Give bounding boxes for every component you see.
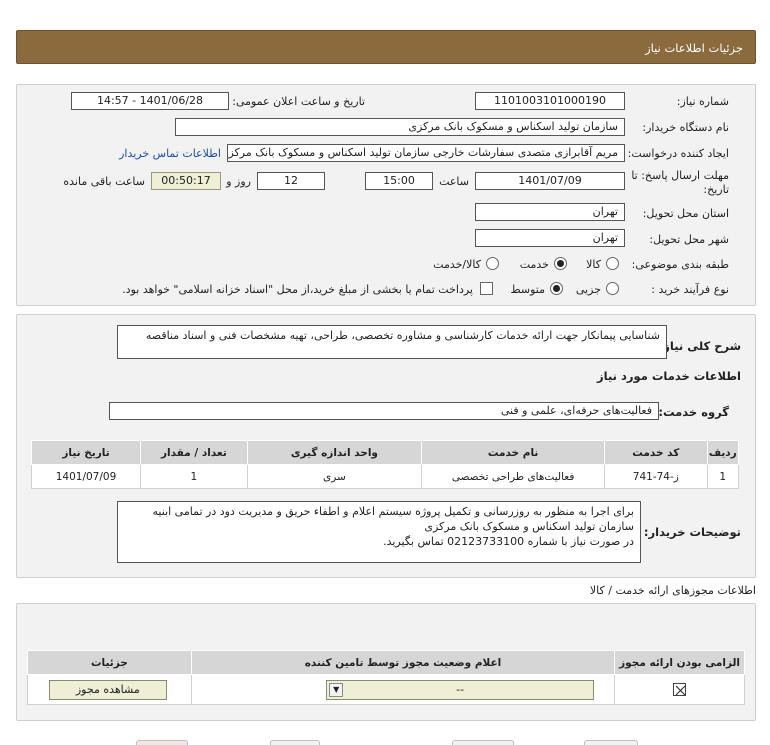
category-service-label: خدمت [519,258,549,271]
bottom-action-button-3[interactable] [452,740,514,745]
buyer-notes-line-2: سازمان تولید اسکناس و مسکوک بانک مرکزی [424,520,634,533]
deadline-time-field[interactable]: 15:00 [365,172,433,190]
license-status-value: -- [456,683,465,696]
bottom-action-button-4[interactable] [584,740,638,745]
status-cell: -- ▼ [190,674,616,705]
buyer-contact-link[interactable]: اطلاعات تماس خریدار [119,147,221,160]
process-label: نوع فرآیند خرید : [651,283,729,296]
remaining-time-field: 00:50:17 [151,172,221,190]
service-name-cell: فعالیت‌های طراحی تخصصی [421,464,606,489]
need-summary-text: شناسایی پیمانکار جهت ارائه خدمات کارشناس… [117,325,667,359]
licenses-panel: الزامی بودن ارائه مجوز اعلام وضعیت مجوز … [16,603,756,721]
creator-field[interactable]: مریم آقابرازی متصدی سفارشات خارجی سازمان… [227,144,625,162]
buyer-notes-label: توضیحات خریدار: [643,525,741,539]
process-medium-radio[interactable] [550,282,563,295]
buyer-notes-line-1: برای اجرا به منظور به روزرسانی و تکمیل پ… [152,505,634,518]
province-field[interactable]: تهران [475,203,625,221]
page-header: جزئیات اطلاعات نیاز [16,30,756,64]
deadline-date-field[interactable]: 1401/07/09 [475,172,625,190]
licenses-section-title: اطلاعات مجوزهای ارائه خدمت / کالا [589,584,756,597]
category-goods-label: کالا [586,258,601,271]
category-both-radio[interactable] [486,257,499,270]
category-service-radio[interactable] [554,257,567,270]
service-code-cell: ز-74-741 [604,464,708,489]
bottom-action-button-2[interactable] [270,740,320,745]
need-summary-label: شرح کلی نیاز: [658,339,741,353]
days-remaining-field[interactable]: 12 [257,172,325,190]
process-minor-label: جزیی [575,283,601,296]
category-label: طبقه بندی موضوعی: [631,258,729,271]
category-goods-radio[interactable] [606,257,619,270]
need-date-cell: 1401/07/09 [31,464,141,489]
announce-date-field[interactable]: 1401/06/28 - 14:57 [71,92,229,110]
category-both-label: کالا/خدمت [433,258,481,271]
service-group-field[interactable]: فعالیت‌های حرفه‌ای، علمی و فنی [109,402,659,420]
col-date-header: تاریخ نیاز [31,440,141,465]
page-title: جزئیات اطلاعات نیاز [645,41,743,55]
announce-date-label: تاریخ و ساعت اعلان عمومی: [232,95,365,108]
deadline-time-label: ساعت [439,175,469,188]
need-number-label: شماره نیاز: [676,95,729,108]
unit-cell: سری [246,464,423,489]
chevron-down-icon[interactable]: ▼ [329,683,344,697]
table-row: -- ▼ مشاهده مجوز [27,674,745,705]
days-label: روز و [226,175,251,188]
col-name-header: نام خدمت [421,440,606,465]
required-cell [614,674,745,705]
services-table: ردیف کد خدمت نام خدمت واحد اندازه گیری ت… [31,440,740,489]
license-status-select[interactable]: -- ▼ [326,680,595,700]
need-info-panel: شماره نیاز: 1101003101000190 تاریخ و ساع… [16,84,756,306]
deadline-label: مهلت ارسال پاسخ: تا [631,169,729,182]
col-required-header: الزامی بودن ارائه مجوز [614,650,745,675]
services-section-title: اطلاعات خدمات مورد نیاز [597,369,741,383]
deadline-date-label: تاریخ: [703,183,729,196]
treasury-payment-note: پرداخت تمام یا بخشی از مبلغ خرید،از محل … [122,283,473,296]
province-label: استان محل تحویل: [642,207,729,220]
buyer-notes-text: برای اجرا به منظور به روزرسانی و تکمیل پ… [117,501,641,563]
service-group-label: گروه خدمت: [658,405,729,419]
quantity-cell: 1 [140,464,248,489]
process-minor-radio[interactable] [606,282,619,295]
col-qty-header: تعداد / مقدار [140,440,248,465]
creator-label: ایجاد کننده درخواست: [627,147,729,160]
need-number-field[interactable]: 1101003101000190 [475,92,625,110]
col-code-header: کد خدمت [604,440,708,465]
details-cell: مشاهده مجوز [27,674,192,705]
process-medium-label: متوسط [510,283,545,296]
need-description-panel: شرح کلی نیاز: شناسایی پیمانکار جهت ارائه… [16,314,756,578]
col-details-header: جزئیات [27,650,192,675]
city-field[interactable]: تهران [475,229,625,247]
buyer-notes-line-3: در صورت نیاز با شماره 02123733100 تماس ب… [383,535,634,548]
city-label: شهر محل تحویل: [649,233,729,246]
licenses-table-header: الزامی بودن ارائه مجوز اعلام وضعیت مجوز … [27,650,745,675]
row-number-cell: 1 [706,464,740,489]
col-row-header: ردیف [706,440,740,465]
remaining-time-label: ساعت باقی مانده [63,175,145,188]
buyer-org-label: نام دستگاه خریدار: [642,121,729,134]
view-license-button[interactable]: مشاهده مجوز [48,680,167,700]
col-unit-header: واحد اندازه گیری [246,440,423,465]
col-status-header: اعلام وضعیت مجوز توسط تامین کننده [190,650,616,675]
treasury-payment-checkbox[interactable] [480,282,493,295]
buyer-org-field[interactable]: سازمان تولید اسکناس و مسکوک بانک مرکزی [175,118,625,136]
services-table-header: ردیف کد خدمت نام خدمت واحد اندازه گیری ت… [31,440,740,465]
table-row: 1 ز-74-741 فعالیت‌های طراحی تخصصی سری 1 … [31,464,740,489]
required-checkbox-icon[interactable] [673,683,686,696]
licenses-table: الزامی بودن ارائه مجوز اعلام وضعیت مجوز … [27,650,745,705]
bottom-action-button-1[interactable] [136,740,188,745]
